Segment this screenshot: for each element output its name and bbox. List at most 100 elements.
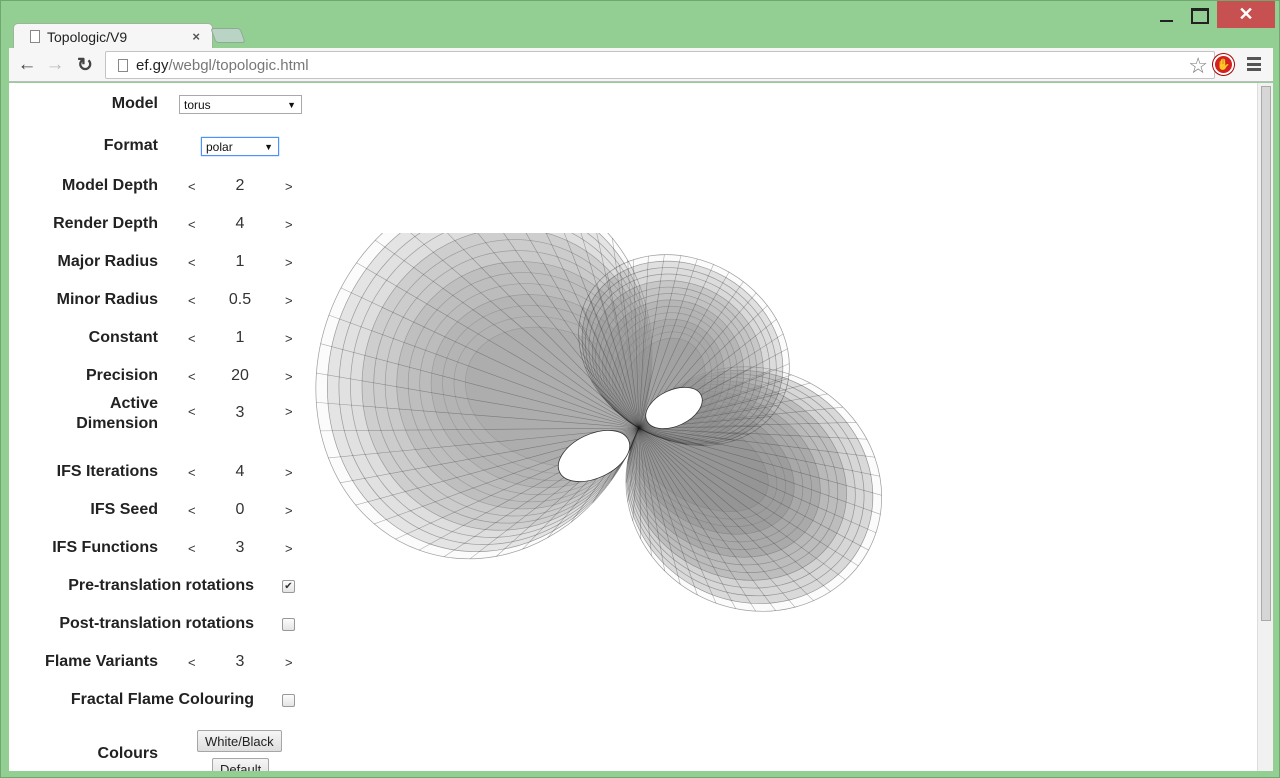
reload-icon[interactable]: ↻ bbox=[73, 53, 97, 77]
flame-variants-value: 3 bbox=[235, 653, 245, 670]
ifs-iterations-value: 4 bbox=[235, 463, 245, 480]
active-dimension-label: Active Dimension bbox=[76, 395, 158, 432]
address-bar[interactable]: ef.gy /webgl/topologic.html ☆ bbox=[105, 51, 1215, 79]
ifs-functions-row: IFS Functions <3 > bbox=[9, 538, 309, 558]
flame-variants-decrement[interactable]: < bbox=[188, 655, 196, 670]
ifs-iterations-label: IFS Iterations bbox=[56, 463, 158, 480]
ifs-functions-value: 3 bbox=[235, 539, 245, 556]
model-depth-decrement[interactable]: < bbox=[188, 179, 196, 194]
ifs-seed-decrement[interactable]: < bbox=[188, 503, 196, 518]
default-colours-button[interactable]: Default bbox=[212, 758, 270, 771]
ifs-seed-row: IFS Seed <0 > bbox=[9, 500, 309, 520]
ifs-functions-decrement[interactable]: < bbox=[188, 541, 196, 556]
ifs-seed-label: IFS Seed bbox=[90, 501, 158, 518]
ifs-functions-label: IFS Functions bbox=[52, 539, 158, 556]
render-depth-label: Render Depth bbox=[53, 215, 158, 232]
ifs-functions-increment[interactable]: > bbox=[285, 541, 293, 556]
active-dimension-value: 3 bbox=[235, 404, 245, 421]
ifs-seed-increment[interactable]: > bbox=[285, 503, 293, 518]
model-label: Model bbox=[111, 95, 158, 112]
dropdown-arrow-icon: ▼ bbox=[287, 99, 296, 110]
constant-decrement[interactable]: < bbox=[188, 331, 196, 346]
tab-title: Topologic/V9 bbox=[47, 28, 128, 45]
ifs-iterations-increment[interactable]: > bbox=[285, 465, 293, 480]
vertical-scrollbar[interactable] bbox=[1257, 83, 1273, 771]
pre-translation-label: Pre-translation rotations bbox=[68, 577, 254, 594]
constant-label: Constant bbox=[88, 329, 158, 346]
scrollbar-thumb[interactable] bbox=[1261, 86, 1271, 621]
pre-translation-row: Pre-translation rotations ✔ bbox=[9, 576, 309, 596]
model-depth-row: Model Depth <2 > bbox=[9, 176, 309, 196]
minor-radius-row: Minor Radius <0.5 > bbox=[9, 290, 309, 310]
minor-radius-increment[interactable]: > bbox=[285, 293, 293, 308]
url-host: ef.gy bbox=[136, 56, 169, 74]
fractal-flame-colouring-row: Fractal Flame Colouring bbox=[9, 690, 309, 710]
model-depth-increment[interactable]: > bbox=[285, 179, 293, 194]
minimize-button[interactable] bbox=[1151, 1, 1181, 31]
bookmark-star-icon[interactable]: ☆ bbox=[1188, 53, 1208, 79]
precision-increment[interactable]: > bbox=[285, 369, 293, 384]
minor-radius-value: 0.5 bbox=[228, 291, 252, 308]
back-icon[interactable]: ← bbox=[15, 53, 39, 77]
page-content: Model torus ▼ Format polar ▼ Model Depth… bbox=[9, 83, 1257, 771]
dropdown-arrow-icon: ▼ bbox=[264, 141, 273, 152]
active-dimension-row: Active Dimension <3 > bbox=[9, 394, 309, 434]
precision-label: Precision bbox=[85, 367, 158, 384]
major-radius-row: Major Radius <1 > bbox=[9, 252, 309, 272]
format-select[interactable]: polar ▼ bbox=[201, 137, 279, 156]
browser-window: ✕ Topologic/V9 × ← → ↻ ef.gy /webgl/topo… bbox=[0, 0, 1280, 778]
adblock-extension-icon[interactable]: ✋ bbox=[1213, 54, 1234, 75]
flame-variants-row: Flame Variants < 3 > bbox=[9, 652, 309, 672]
flame-variants-label: Flame Variants bbox=[45, 653, 158, 670]
white-black-button[interactable]: White/Black bbox=[197, 730, 282, 752]
ifs-iterations-row: IFS Iterations <4 > bbox=[9, 462, 309, 482]
model-select-value: torus bbox=[184, 97, 211, 112]
precision-value: 20 bbox=[231, 367, 249, 384]
major-radius-increment[interactable]: > bbox=[285, 255, 293, 270]
format-row: Format polar ▼ bbox=[9, 136, 309, 156]
ifs-iterations-decrement[interactable]: < bbox=[188, 465, 196, 480]
fractal-flame-colouring-checkbox[interactable] bbox=[282, 693, 295, 707]
pre-translation-checkbox[interactable]: ✔ bbox=[282, 579, 295, 593]
page-icon bbox=[30, 30, 40, 43]
browser-tab[interactable]: Topologic/V9 × bbox=[13, 23, 213, 49]
render-depth-value: 4 bbox=[235, 215, 245, 232]
render-depth-increment[interactable]: > bbox=[285, 217, 293, 232]
post-translation-row: Post-translation rotations bbox=[9, 614, 309, 634]
colours-label: Colours bbox=[97, 745, 158, 762]
flame-variants-increment[interactable]: > bbox=[285, 655, 293, 670]
new-tab-button[interactable] bbox=[210, 28, 246, 43]
constant-value: 1 bbox=[235, 329, 245, 346]
major-radius-decrement[interactable]: < bbox=[188, 255, 196, 270]
render-depth-row: Render Depth <4 > bbox=[9, 214, 309, 234]
tab-close-icon[interactable]: × bbox=[192, 29, 200, 44]
active-dimension-increment[interactable]: > bbox=[285, 404, 293, 419]
major-radius-label: Major Radius bbox=[57, 253, 158, 270]
major-radius-value: 1 bbox=[235, 253, 245, 270]
forward-icon[interactable]: → bbox=[43, 53, 67, 77]
model-select[interactable]: torus ▼ bbox=[179, 95, 302, 114]
minor-radius-decrement[interactable]: < bbox=[188, 293, 196, 308]
post-translation-checkbox[interactable] bbox=[282, 617, 295, 631]
precision-decrement[interactable]: < bbox=[188, 369, 196, 384]
webgl-render-canvas[interactable] bbox=[301, 233, 891, 713]
close-window-button[interactable]: ✕ bbox=[1217, 1, 1275, 28]
torus-render bbox=[315, 233, 882, 612]
minor-radius-label: Minor Radius bbox=[56, 291, 158, 308]
model-depth-value: 2 bbox=[235, 177, 245, 194]
render-depth-decrement[interactable]: < bbox=[188, 217, 196, 232]
url-path: /webgl/topologic.html bbox=[168, 56, 309, 74]
ifs-seed-value: 0 bbox=[235, 501, 245, 518]
page-icon bbox=[118, 58, 128, 72]
post-translation-label: Post-translation rotations bbox=[59, 615, 254, 632]
constant-row: Constant <1 > bbox=[9, 328, 309, 348]
menu-icon[interactable] bbox=[1247, 57, 1261, 71]
constant-increment[interactable]: > bbox=[285, 331, 293, 346]
maximize-button[interactable] bbox=[1185, 1, 1215, 31]
model-depth-label: Model Depth bbox=[62, 177, 158, 194]
fractal-flame-colouring-label: Fractal Flame Colouring bbox=[70, 691, 254, 708]
active-dimension-decrement[interactable]: < bbox=[188, 404, 196, 419]
format-label: Format bbox=[103, 137, 158, 154]
precision-row: Precision <20 > bbox=[9, 366, 309, 386]
format-select-value: polar bbox=[206, 139, 233, 154]
